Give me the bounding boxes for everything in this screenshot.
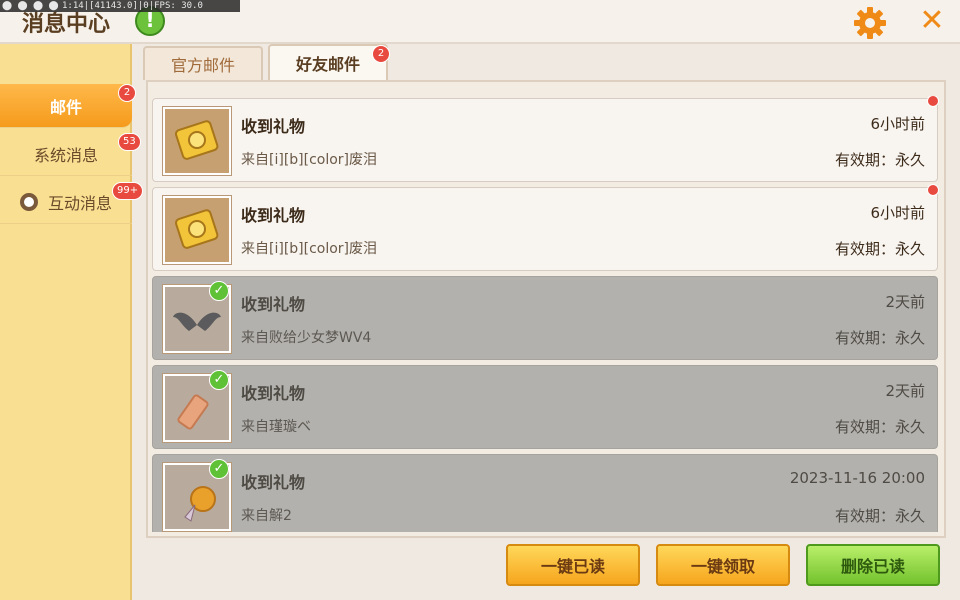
mail-list[interactable]: 收到礼物 来自[i][b][color]废泪 6小时前 有效期：永久 收到礼物 … (150, 96, 940, 532)
mail-title: 收到礼物 (241, 206, 306, 225)
mail-sender: 来自[i][b][color]废泪 (241, 152, 378, 168)
sidebar-item-label: 互动消息 (47, 193, 112, 213)
mail-title: 收到礼物 (241, 384, 306, 403)
debug-overlay: ⬤ ⬤ ⬤ ⬤ 1:14|[41143.0]|0|FPS: 30.0 (0, 0, 240, 12)
mail-title: 收到礼物 (241, 473, 306, 492)
mail-sender: 来自[i][b][color]废泪 (241, 241, 378, 257)
interactive-badge: 99+ (112, 182, 144, 200)
sidebar-item-label: 系统消息 (33, 145, 98, 165)
mail-time: 6小时前 (870, 204, 925, 222)
tab-label: 官方邮件 (170, 56, 235, 75)
mail-item[interactable]: ✓ 收到礼物 来自瑾璇ベ 2天前 有效期：永久 (152, 365, 938, 449)
unread-dot (927, 184, 939, 196)
check-icon: ✓ (209, 370, 229, 390)
delete-read-button[interactable]: 删除已读 (806, 544, 940, 586)
gear-icon[interactable] (852, 5, 888, 41)
mail-time: 2023-11-16 20:00 (789, 469, 925, 487)
claim-all-button[interactable]: 一键领取 (656, 544, 790, 586)
sidebar-item-system-messages[interactable]: 系统消息 (0, 132, 132, 176)
mail-time: 2天前 (885, 382, 925, 400)
mail-badge: 2 (118, 84, 136, 102)
tab-label: 好友邮件 (295, 55, 360, 74)
mail-sender: 来自败给少女梦WV4 (241, 330, 372, 346)
mail-validity: 有效期：永久 (834, 329, 925, 347)
mail-sender: 来自瑾璇ベ (241, 419, 311, 435)
mail-validity: 有效期：永久 (834, 151, 925, 169)
mail-item[interactable]: ✓ 收到礼物 来自败给少女梦WV4 2天前 有效期：永久 (152, 276, 938, 360)
ring-icon (19, 192, 38, 211)
sidebar-item-mail[interactable]: 邮件 (0, 84, 132, 128)
tab-friend-mail[interactable]: 好友邮件 (268, 44, 388, 80)
mail-validity: 有效期：永久 (834, 507, 925, 525)
sidebar: 邮件 系统消息 互动消息 (0, 44, 132, 600)
friend-mail-badge: 2 (372, 45, 390, 63)
mail-time: 6小时前 (870, 115, 925, 133)
tab-official-mail[interactable]: 官方邮件 (143, 46, 263, 80)
mail-validity: 有效期：永久 (834, 418, 925, 436)
debug-status-icons: ⬤ ⬤ ⬤ ⬤ (2, 1, 59, 11)
mail-title: 收到礼物 (241, 295, 306, 314)
unread-dot (927, 96, 939, 107)
mail-title: 收到礼物 (241, 117, 306, 136)
check-icon: ✓ (209, 459, 229, 479)
system-badge: 53 (118, 133, 141, 151)
check-icon: ✓ (209, 281, 229, 301)
mail-sender: 来自解2 (241, 508, 292, 524)
mail-item[interactable]: 收到礼物 来自[i][b][color]废泪 6小时前 有效期：永久 (152, 96, 939, 182)
mark-all-read-button[interactable]: 一键已读 (506, 544, 640, 586)
gold-coupon-icon (162, 106, 232, 176)
mail-validity: 有效期：永久 (834, 240, 925, 258)
debug-text: 1:14|[41143.0]|0|FPS: 30.0 (62, 1, 203, 11)
mail-time: 2天前 (885, 293, 925, 311)
mail-item[interactable]: 收到礼物 来自[i][b][color]废泪 6小时前 有效期：永久 (152, 184, 939, 271)
mail-item[interactable]: ✓ 收到礼物 来自解2 2023-11-16 20:00 有效期：永久 (152, 454, 938, 532)
gold-coupon-icon (162, 195, 232, 265)
sidebar-item-label: 邮件 (49, 97, 82, 117)
close-icon[interactable]: ✕ (916, 6, 948, 38)
